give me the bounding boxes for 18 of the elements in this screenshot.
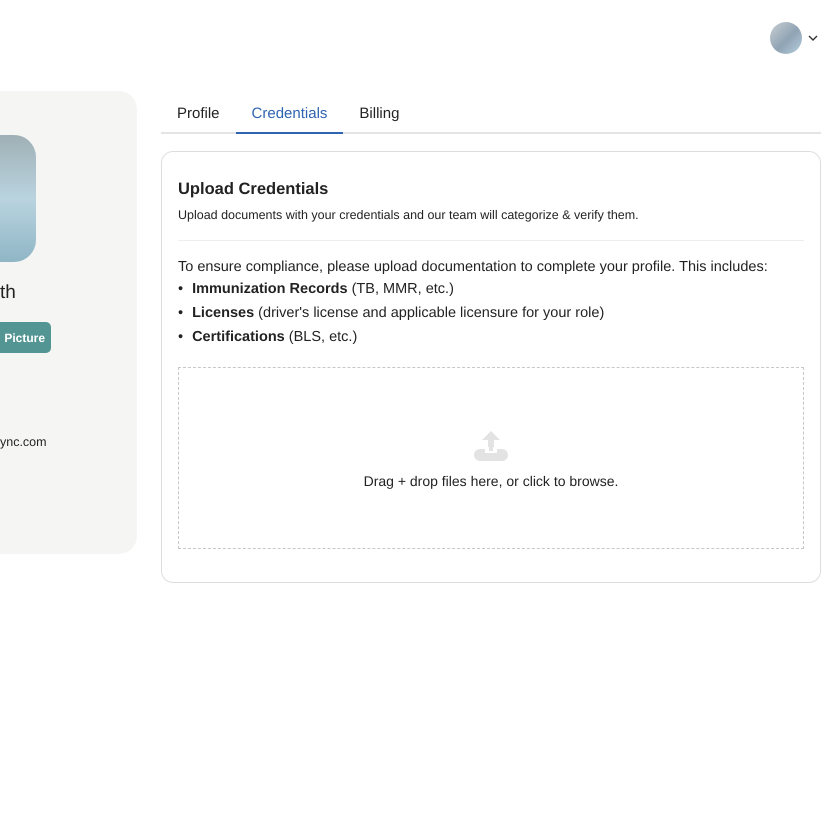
tab[interactable]: Billing [343,95,416,134]
user-email: ync.com [0,435,47,449]
tab[interactable]: Profile [161,95,236,134]
user-name: th [0,282,16,304]
list-item: Certifications (BLS, etc.) [192,328,358,347]
chevron-icon[interactable] [808,32,818,42]
dropzone-text: Drag + drop files here, or click to browse. [364,473,618,489]
file-dropzone[interactable]: Drag + drop files here, or click to browse. [178,367,804,549]
bullet: • [178,280,184,299]
bullet: • [178,328,184,347]
avatar-button[interactable] [770,22,802,54]
tab[interactable]: Credentials [236,95,344,134]
intro-text: To ensure compliance, please upload documentation to complete your profile. This includes: [178,259,769,275]
bullet: • [178,304,184,323]
card-subtitle: Upload documents with your credentials and our team will categorize & verify them. [178,208,640,222]
list-item: Immunization Records (TB, MMR, etc.) [192,280,454,299]
card-title: Upload Credentials [178,180,330,199]
list-item: Licenses (driver's license and applicable licensure for your role) [192,304,604,323]
